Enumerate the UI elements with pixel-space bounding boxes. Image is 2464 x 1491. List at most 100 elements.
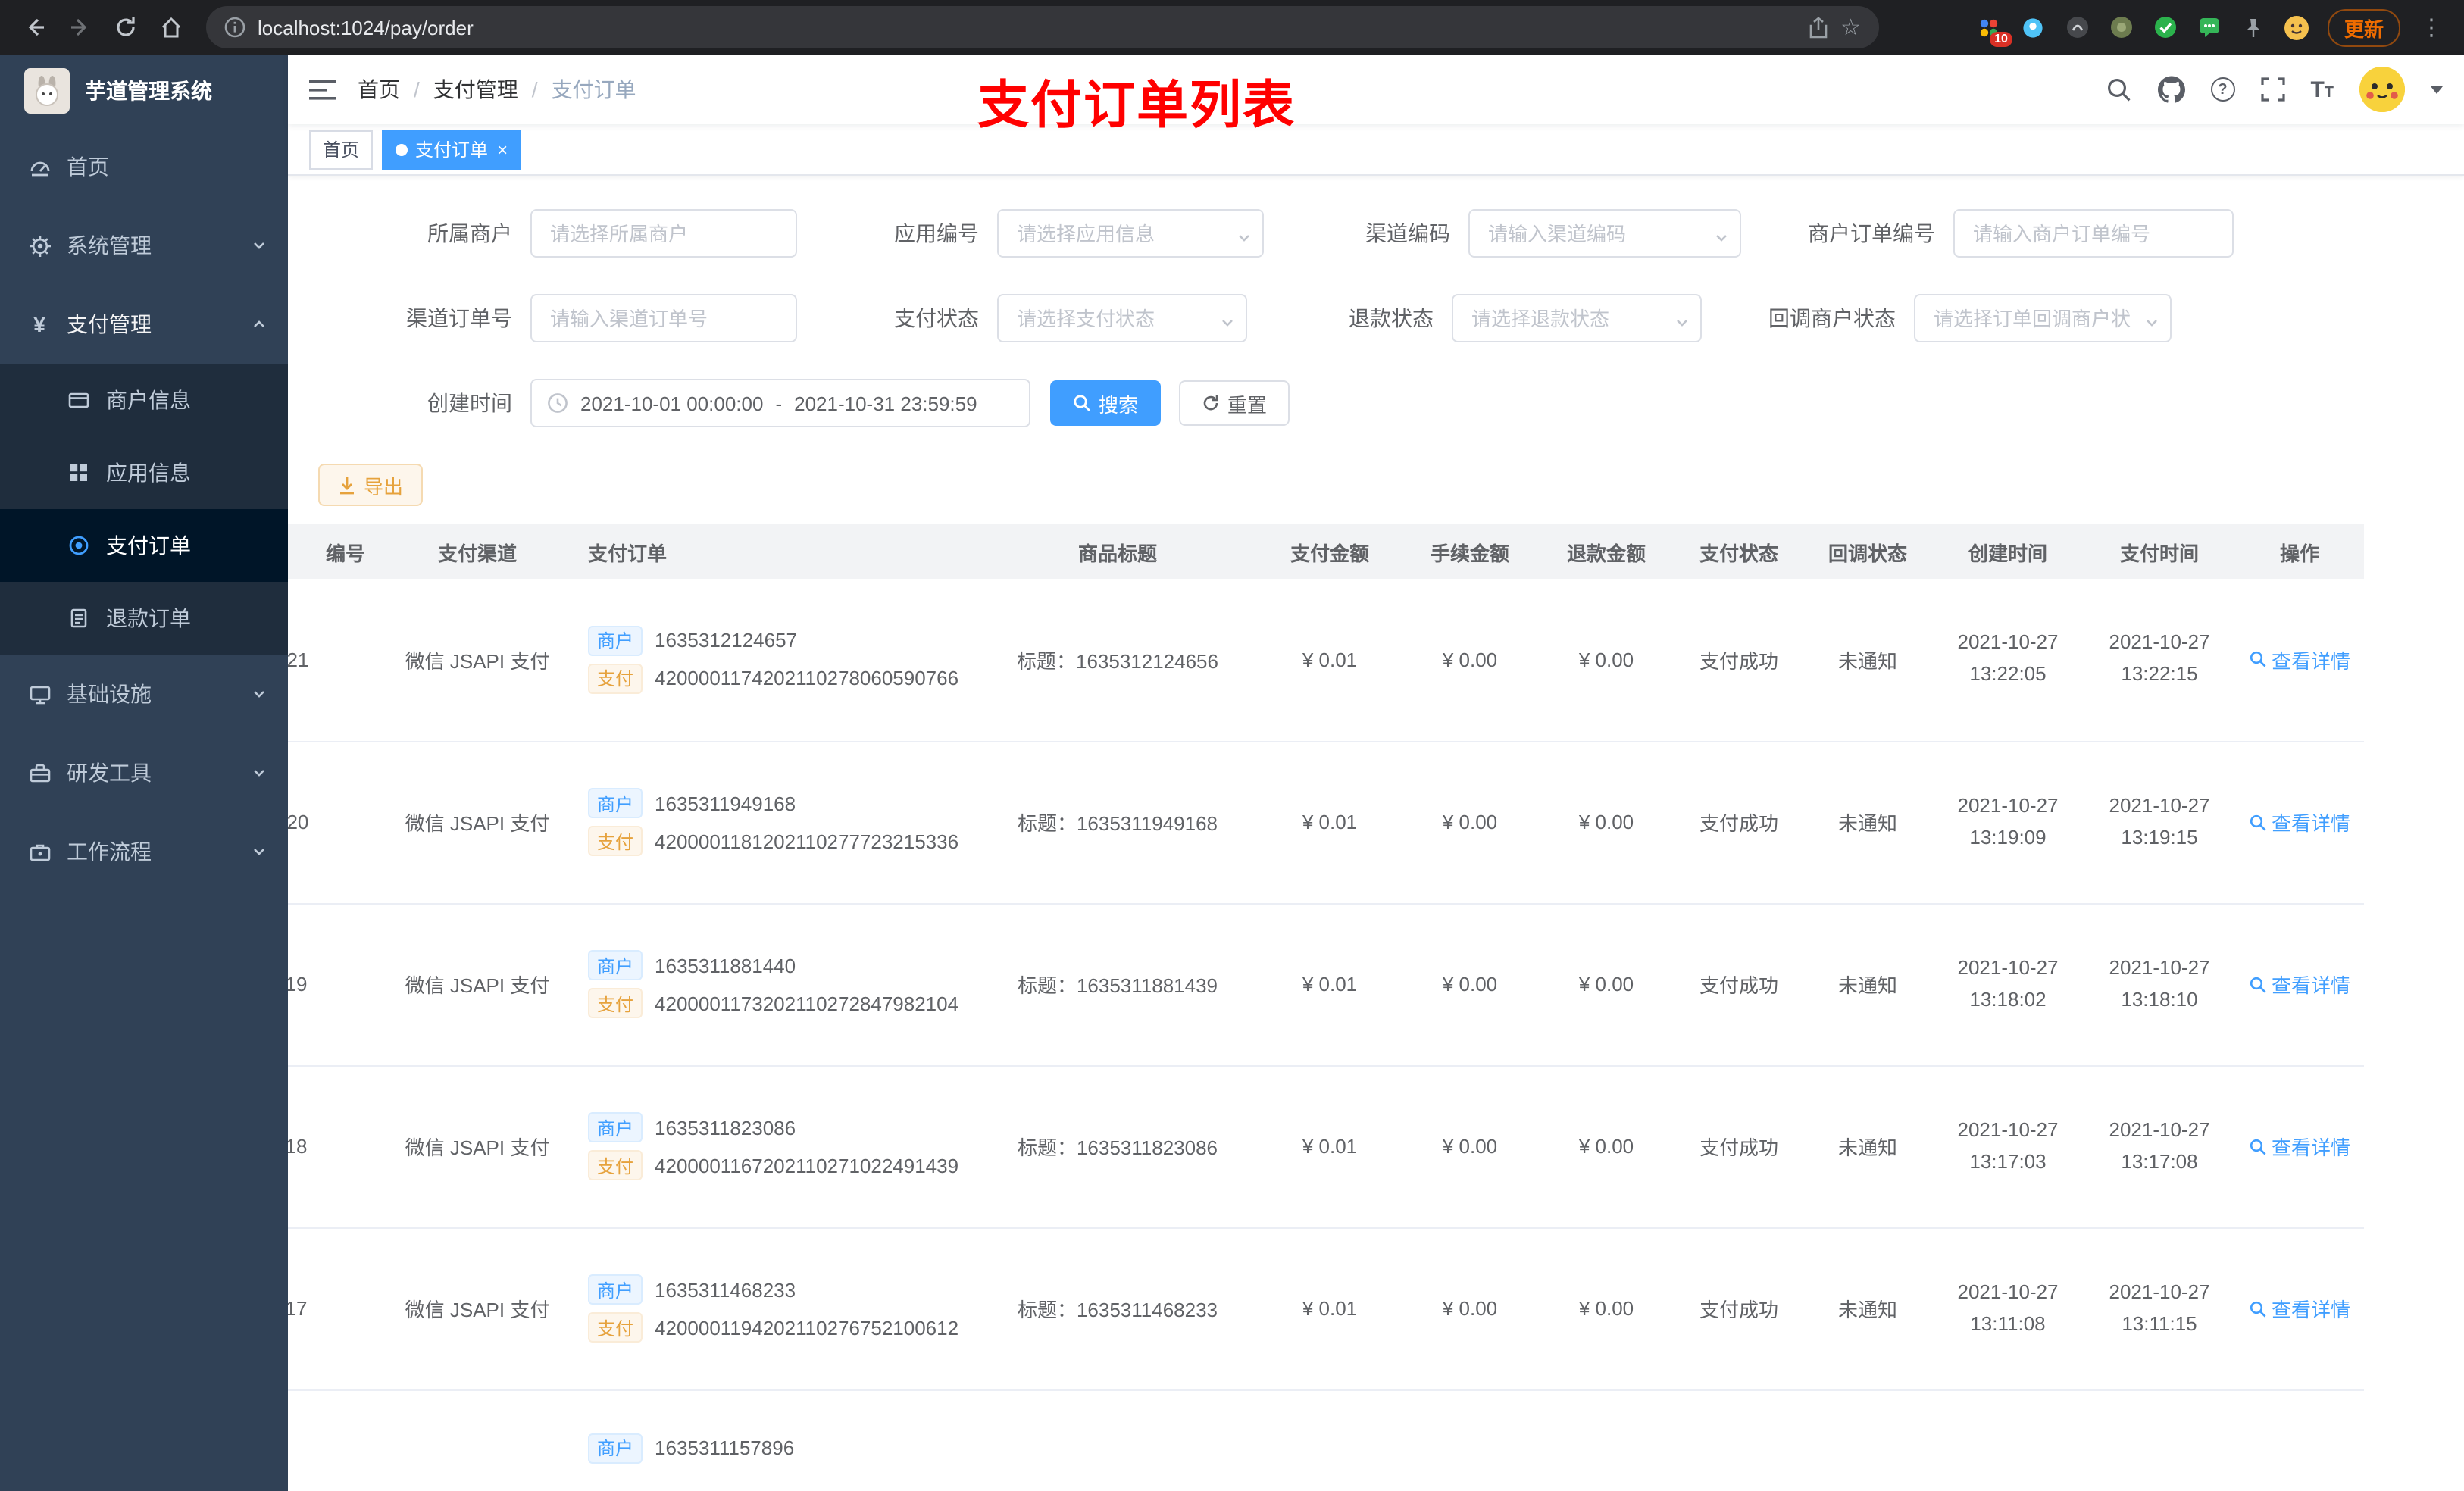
create-time: 2021-10-27 13:11:08 [1932,1227,2084,1390]
pay-status-select[interactable] [997,294,1247,342]
sidebar-item-pay-order[interactable]: 支付订单 [0,509,288,582]
bookmark-star-icon[interactable]: ☆ [1840,16,1861,39]
col-title: 商品标题 [977,524,1258,579]
toolbox-icon [27,761,52,784]
card-icon [67,389,91,411]
actions: 查看详情 [2235,579,2364,742]
order-numbers: 商户 1635311823086 支付 4200001167202110271022… [576,1065,977,1228]
table-row: 118 微信 JSAPI 支付 商户 1635311823086 支付 420000… [288,1065,2364,1228]
table-row: 119 微信 JSAPI 支付 商户 1635311881440 支付 420000… [288,903,2364,1066]
create-time: 2021-10-27 13:18:02 [1932,903,2084,1066]
pay-tag: 支付 [588,663,643,694]
help-icon[interactable]: ? [2210,77,2235,102]
col-id: 编号 [288,524,379,579]
view-detail-link[interactable]: 查看详情 [2249,1294,2350,1323]
download-icon [340,477,354,494]
search-icon [1074,395,1090,411]
merchant-order-no: 1635311949168 [655,792,796,814]
order-table-body: 121 微信 JSAPI 支付 商户 1635312124657 支付 420000… [288,579,2364,1390]
sidebar-item-refund-order[interactable]: 退款订单 [0,582,288,655]
extension-dark-icon[interactable] [2064,14,2091,41]
tab-pay-order[interactable]: 支付订单 × [382,130,522,169]
sidebar-item-payment[interactable]: ¥ 支付管理 [0,285,288,364]
tags-view: 首页 支付订单 × [288,124,2464,176]
order-numbers: 商户 1635312124657 支付 4200001174202110278060… [576,579,977,742]
actions: 查看详情 [2235,741,2364,904]
sidebar-item-home[interactable]: 首页 [0,127,288,206]
collapse-sidebar-icon[interactable] [309,78,336,101]
extension-grid-icon[interactable]: 10 [1976,14,2012,47]
search-button[interactable]: 搜索 [1050,380,1162,426]
user-avatar[interactable] [2359,67,2405,112]
extension-pin-blue-icon[interactable] [2020,14,2047,41]
table-row-partial: 商户 1635311157896 [288,1389,2364,1491]
pay-amount: ¥ 0.01 [1258,903,1402,1066]
avatar-dropdown-caret[interactable] [2431,86,2443,93]
search-icon[interactable] [2106,77,2131,102]
breadcrumb-home[interactable]: 首页 [358,74,400,105]
export-button[interactable]: 导出 [318,464,424,506]
app-select[interactable] [997,209,1264,258]
annotation-text: 支付订单列表 [977,77,1296,135]
chevron-down-icon [252,682,267,706]
order-id: 119 [288,903,379,1066]
table-toolbar: 导出 [318,464,2434,506]
close-icon[interactable]: × [497,140,508,158]
channel-order-no-input[interactable] [530,294,797,342]
back-icon[interactable] [15,8,55,47]
fullscreen-icon[interactable] [2260,77,2285,102]
main-panel: 支付订单列表 首页 / 支付管理 / 支付订单 ? TT 首页 支付订单 × 所… [288,55,2464,1491]
pay-amount: ¥ 0.01 [1258,1227,1402,1390]
sidebar-item-dev-tools[interactable]: 研发工具 [0,733,288,812]
refund-status-select[interactable] [1452,294,1702,342]
font-size-icon[interactable]: TT [2310,77,2334,102]
range-separator: - [775,392,783,414]
extension-chat-icon[interactable] [2196,14,2223,41]
tab-home[interactable]: 首页 [309,130,374,169]
profile-avatar-icon[interactable] [2284,14,2311,41]
callback-status-select[interactable] [1914,294,2172,342]
view-detail-link[interactable]: 查看详情 [2249,808,2350,836]
reset-button[interactable]: 重置 [1179,380,1290,426]
site-info-icon[interactable] [224,17,245,38]
create-time-range-picker[interactable]: 2021-10-01 00:00:00 - 2021-10-31 23:59:5… [530,379,1030,427]
view-detail-link[interactable]: 查看详情 [2249,970,2350,999]
github-icon[interactable] [2157,76,2185,103]
pay-order-no: 4200001181202110277723215336 [655,830,959,852]
browser-menu-icon[interactable]: ⋮ [2417,14,2446,41]
pay-order-no: 4200001174202110278060590766 [655,667,959,690]
breadcrumb: 首页 / 支付管理 / 支付订单 [358,74,636,105]
merchant-order-no-input[interactable] [1953,209,2234,258]
sidebar-item-workflow[interactable]: 工作流程 [0,812,288,891]
product-title: 标题：1635311881439 [977,903,1258,1066]
sidebar-item-app-info[interactable]: 应用信息 [0,436,288,509]
product-title: 标题：1635311468233 [977,1227,1258,1390]
col-pay-time: 支付时间 [2084,524,2235,579]
filter-row-3: 创建时间 2021-10-01 00:00:00 - 2021-10-31 23… [318,379,2434,427]
pay-time: 2021-10-27 13:18:10 [2084,903,2235,1066]
sidebar-item-system[interactable]: 系统管理 [0,206,288,285]
order-numbers: 商户 1635311468233 支付 4200001194202110276752… [576,1227,977,1390]
merchant-order-no: 1635311468233 [655,1278,796,1301]
merchant-input[interactable] [530,209,797,258]
refresh-icon[interactable] [106,8,145,47]
channel-code-select[interactable] [1468,209,1741,258]
home-icon[interactable] [152,8,191,47]
address-bar[interactable]: localhost:1024/pay/order ☆ [206,6,1879,48]
pay-order-no: 4200001173202110272847982104 [655,992,959,1014]
pay-time: 2021-10-27 13:11:15 [2084,1227,2235,1390]
app-logo: 芋道管理系统 [0,55,288,127]
breadcrumb-payment[interactable]: 支付管理 [433,74,518,105]
pin-icon[interactable] [2240,14,2267,41]
view-detail-link[interactable]: 查看详情 [2249,645,2350,674]
extension-green-check-icon[interactable] [2152,14,2179,41]
share-icon[interactable] [1807,16,1828,39]
extension-olive-icon[interactable] [2108,14,2135,41]
forward-icon[interactable] [61,8,100,47]
sidebar-item-merchant-info[interactable]: 商户信息 [0,364,288,436]
view-detail-link[interactable]: 查看详情 [2249,1132,2350,1161]
channel-code-label: 渠道编码 [1365,221,1450,245]
chrome-update-button[interactable]: 更新 [2327,8,2400,46]
order-id: 121 [288,579,379,742]
sidebar-item-infrastructure[interactable]: 基础设施 [0,655,288,733]
